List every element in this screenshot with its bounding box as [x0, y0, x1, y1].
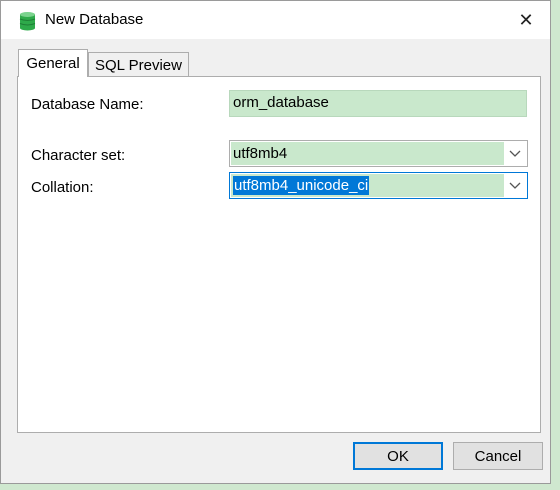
collation-label: Collation:: [31, 179, 94, 196]
character-set-select[interactable]: utf8mb4: [229, 140, 528, 167]
collation-select[interactable]: utf8mb4_unicode_ci: [229, 172, 528, 199]
database-icon: [19, 11, 36, 31]
database-name-label: Database Name:: [31, 96, 144, 113]
new-database-dialog: New Database ✕ General SQL Preview Datab…: [0, 0, 551, 484]
window-title: New Database: [45, 11, 144, 28]
close-icon[interactable]: ✕: [514, 9, 538, 31]
title-bar: New Database ✕: [1, 1, 550, 39]
character-set-label: Character set:: [31, 147, 126, 164]
ok-button[interactable]: OK: [353, 442, 443, 470]
collation-value-box: utf8mb4_unicode_ci: [231, 174, 504, 197]
collation-value: utf8mb4_unicode_ci: [233, 176, 370, 195]
general-panel: [17, 76, 541, 433]
tab-sql-preview-label: SQL Preview: [95, 56, 182, 74]
tab-general-label: General: [26, 55, 80, 72]
character-set-value: utf8mb4: [231, 142, 504, 165]
tab-sql-preview[interactable]: SQL Preview: [88, 52, 189, 77]
cancel-button[interactable]: Cancel: [453, 442, 543, 470]
chevron-down-icon[interactable]: [507, 145, 523, 161]
tab-general[interactable]: General: [18, 49, 88, 77]
database-name-field[interactable]: orm_database: [229, 90, 527, 117]
chevron-down-icon[interactable]: [507, 177, 523, 193]
